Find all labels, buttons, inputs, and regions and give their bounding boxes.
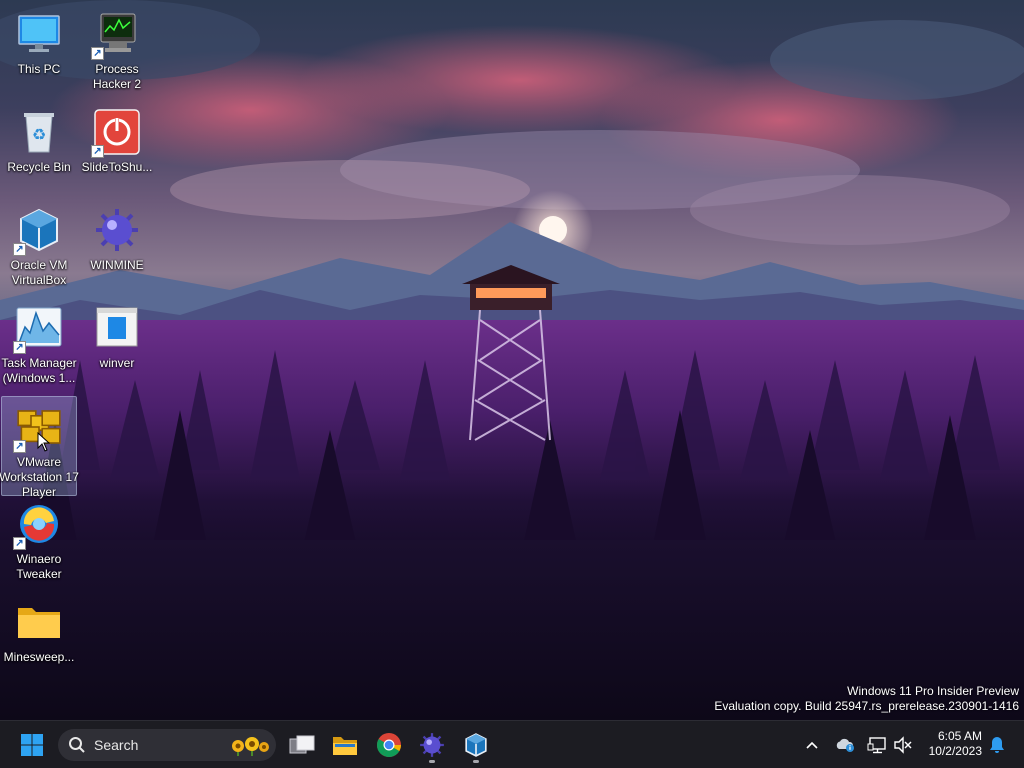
tray-network[interactable] [866,733,888,757]
taskbar-file-explorer[interactable] [325,725,365,765]
desktop-icon-label: This PC [17,62,61,76]
start-button[interactable] [12,725,52,765]
running-indicator [473,760,479,763]
search-label: Search [94,737,139,753]
taskbar-chrome[interactable] [369,725,409,765]
desktop-icon-label: SlideToShu... [81,160,153,174]
show-hidden-icons-button[interactable] [802,733,822,757]
desktop-icon-winver[interactable]: winver [79,298,155,392]
taskbar: Search 6:05 AM 10/2/2023 [0,720,1024,768]
mine-icon [93,206,141,254]
task-view-icon [289,735,315,754]
tray-cloud-status[interactable] [834,733,856,757]
shortcut-arrow-icon: ↗ [13,341,26,354]
recycle-bin-icon: ♻ [15,108,63,156]
svg-text:♻: ♻ [32,125,46,144]
cloud-info-icon [836,738,854,752]
watermark-edition: Windows 11 Pro Insider Preview [847,684,1019,698]
shortcut-arrow-icon: ↗ [13,440,26,453]
power-icon: ↗ [91,108,141,158]
desktop-icon-label: winver [99,356,135,370]
desktop-icon-label: Oracle VM VirtualBox [10,258,68,287]
search-highlight-flowers-icon [232,737,269,756]
taskbar-virtualbox[interactable] [456,725,496,765]
mine-icon [420,733,444,757]
network-icon [867,737,886,754]
desktop-icon-process-hacker[interactable]: ↗ Process Hacker 2 [79,4,155,98]
folder-icon [15,598,63,646]
shortcut-arrow-icon: ↗ [91,47,104,60]
file-explorer-icon [333,737,357,755]
tray-clock[interactable]: 6:05 AM 10/2/2023 [929,729,982,759]
desktop-icon-label: Process Hacker 2 [92,62,142,91]
running-indicator [429,760,435,763]
windows-start-icon [21,734,43,756]
taskbar-winmine[interactable] [412,725,452,765]
desktop-icon-minesweeper-folder[interactable]: Minesweep... [1,592,77,686]
evaluation-watermark: Windows 11 Pro Insider Preview Evaluatio… [714,684,1019,714]
desktop-icon-label: WINMINE [90,258,144,272]
winaero-swirl-icon: ↗ [13,500,63,550]
virtualbox-cube-icon: ↗ [13,206,63,256]
speaker-muted-icon [894,736,912,754]
process-monitor-icon: ↗ [91,10,141,60]
mouse-cursor-icon [37,432,51,452]
desktop-icon-winaero[interactable]: ↗ Winaero Tweaker [1,494,77,588]
monitor-icon [15,10,63,58]
desktop-icon-task-manager[interactable]: ↗ Task Manager (Windows 1... [1,298,77,392]
desktop-icon-label: Winaero Tweaker [16,552,62,581]
taskbar-search-box[interactable]: Search [58,729,276,761]
task-manager-chart-icon: ↗ [13,304,63,354]
winver-window-icon [93,304,141,352]
task-view-button[interactable] [282,725,322,765]
shortcut-arrow-icon: ↗ [13,243,26,256]
chrome-icon [377,733,401,758]
tray-volume[interactable] [892,733,914,757]
chevron-up-icon [806,741,818,749]
bell-icon [990,737,1004,753]
shortcut-arrow-icon: ↗ [13,537,26,550]
clock-time: 6:05 AM [937,729,982,743]
desktop-icon-label: Task Manager (Windows 1... [1,356,77,385]
search-icon [69,737,85,753]
desktop-icon-label: Minesweep... [3,650,75,664]
desktop-icon-winmine[interactable]: WINMINE [79,200,155,294]
desktop-icon-this-pc[interactable]: This PC [1,4,77,98]
desktop-icon-recycle-bin[interactable]: ♻ Recycle Bin [1,102,77,196]
notifications-button[interactable] [986,733,1008,757]
desktop-icon-virtualbox[interactable]: ↗ Oracle VM VirtualBox [1,200,77,294]
shortcut-arrow-icon: ↗ [91,145,104,158]
clock-date: 10/2/2023 [928,744,982,758]
desktop-icon-slidetoshutdown[interactable]: ↗ SlideToShu... [79,102,155,196]
watermark-build: Evaluation copy. Build 25947.rs_prerelea… [714,699,1019,713]
desktop-icon-label: Recycle Bin [7,160,71,174]
virtualbox-cube-icon [465,733,487,757]
